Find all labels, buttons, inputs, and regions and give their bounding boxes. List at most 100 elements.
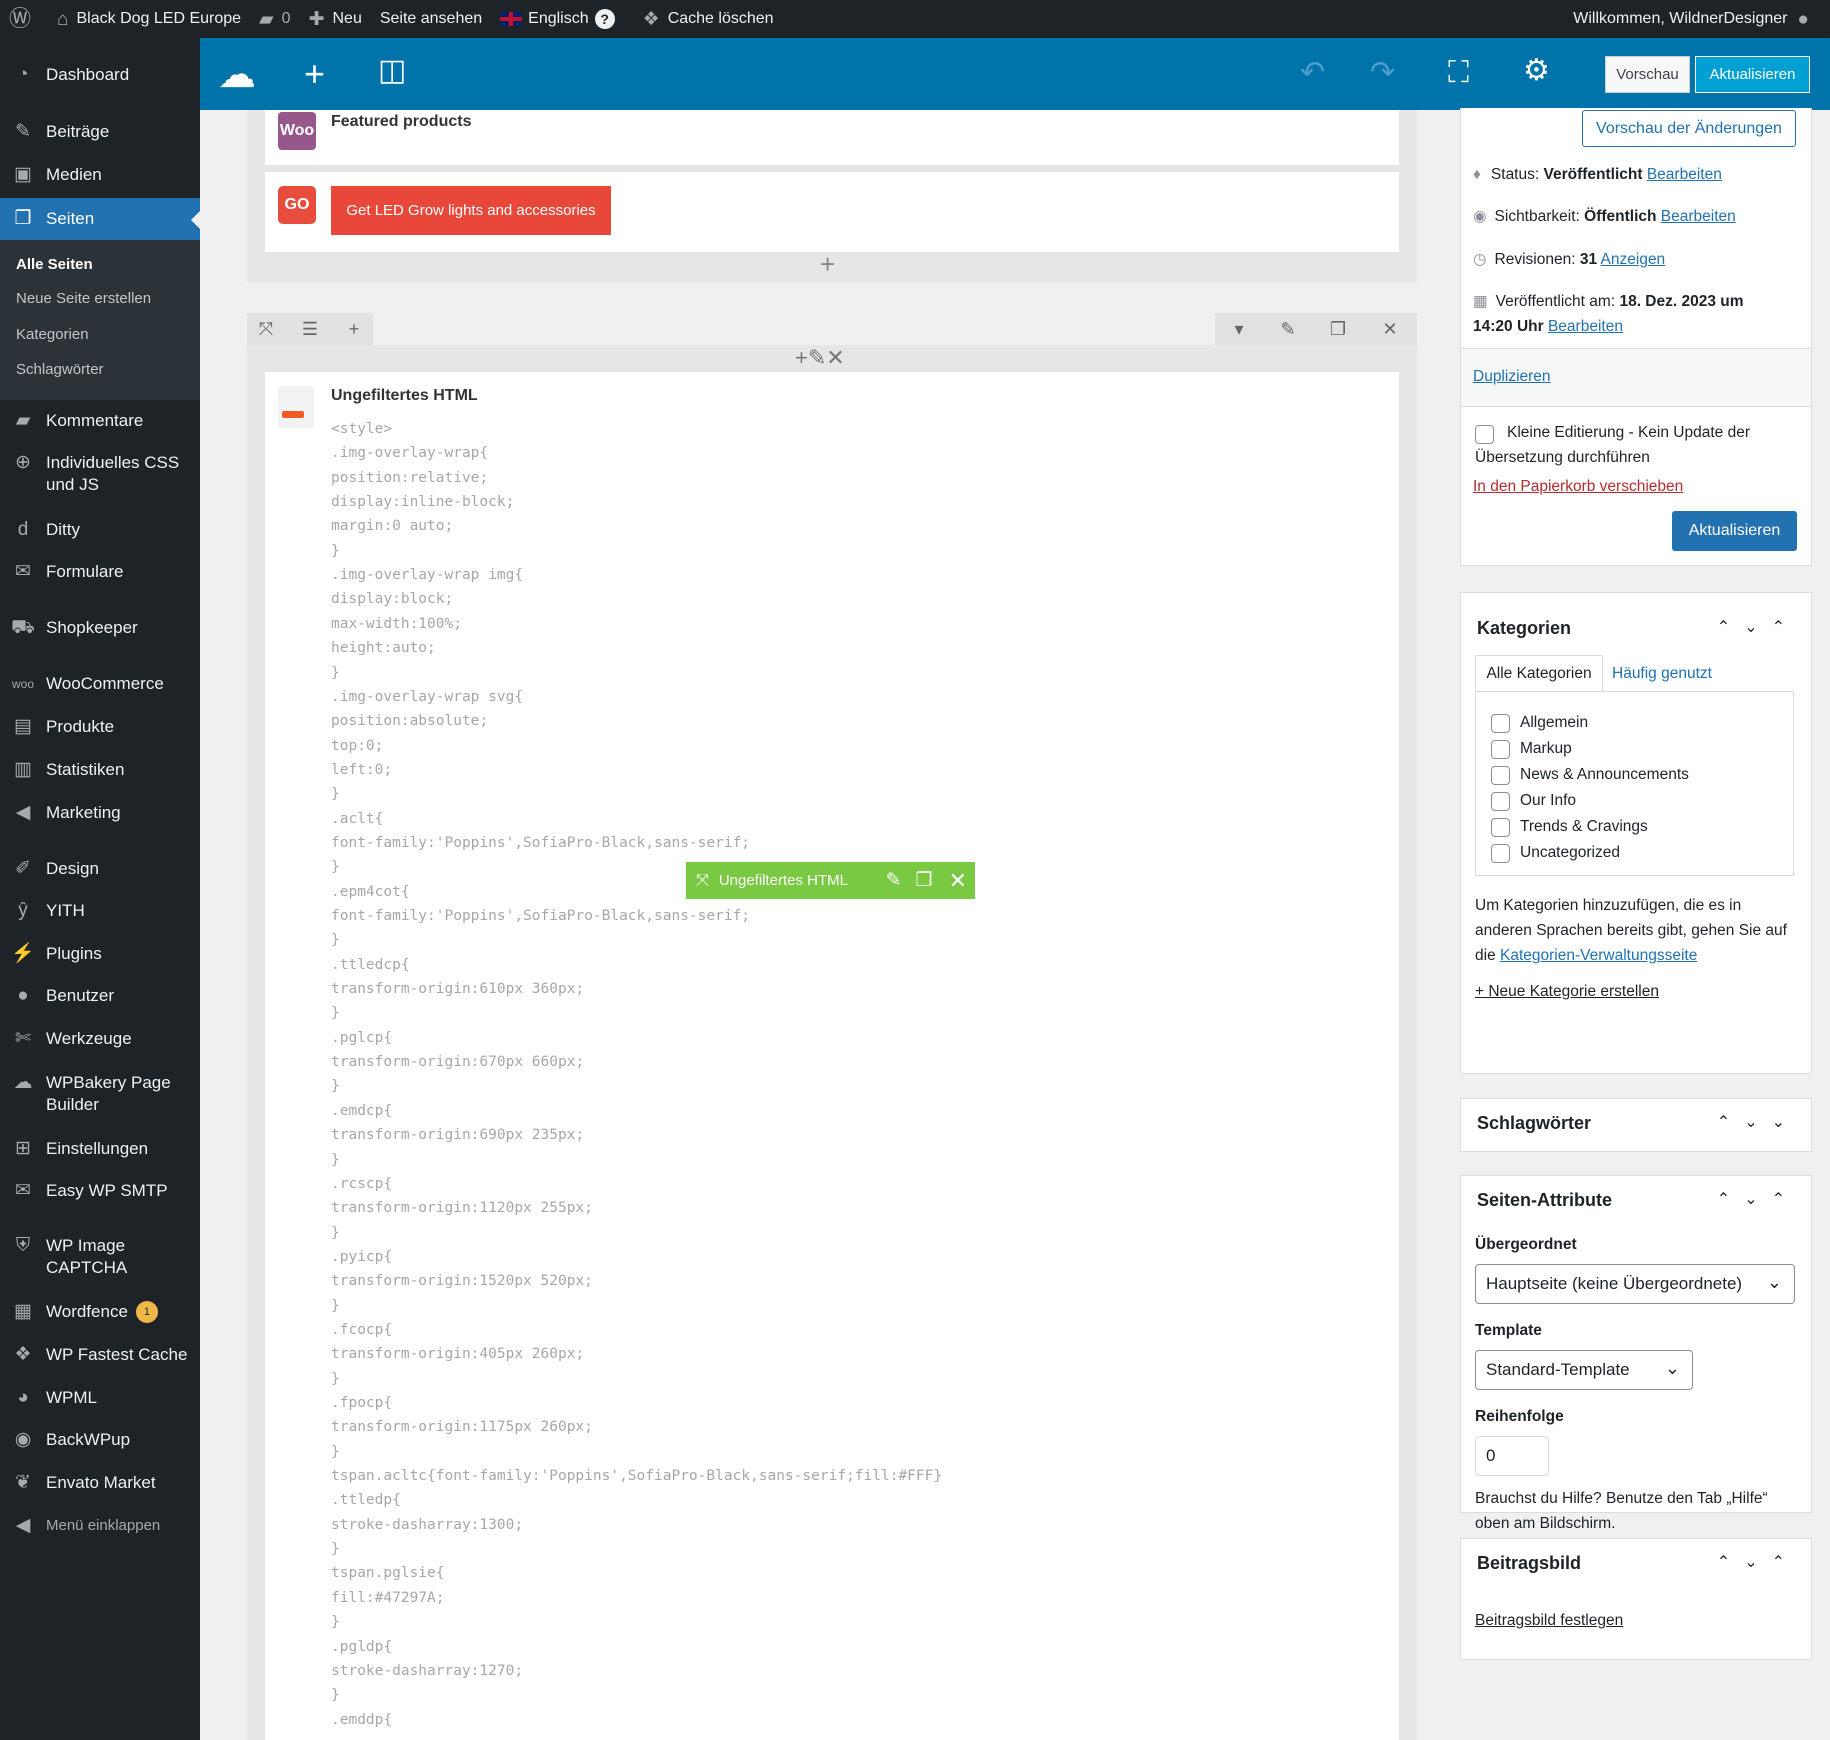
category-checkbox[interactable] [1491, 844, 1510, 863]
new-content-link[interactable]: ✚ Neu [300, 0, 371, 38]
redo-icon[interactable]: ↷ [1370, 58, 1395, 88]
go-button-element[interactable]: GO Get LED Grow lights and accessories [265, 172, 1399, 252]
menu-wp-fastest-cache[interactable]: ❖ WP Fastest Cache [0, 1344, 200, 1366]
box-controls[interactable]: ⌃⌄⌃ [1717, 1189, 1799, 1209]
account-menu[interactable]: Willkommen, WildnerDesigner ● [1564, 0, 1818, 38]
row-edit-icon[interactable]: ✎ [1263, 313, 1313, 345]
clear-cache-link[interactable]: ❖ Cache löschen [634, 0, 783, 38]
menu-comments[interactable]: ▰ Kommentare [0, 410, 200, 432]
set-featured-image-link[interactable]: Beitragsbild festlegen [1475, 1608, 1623, 1633]
menu-yith[interactable]: ŷ YITH [0, 900, 200, 922]
box-controls[interactable]: ⌃⌄⌄ [1717, 1112, 1799, 1132]
menu-marketing[interactable]: ◀ Marketing [0, 802, 200, 824]
menu-backwpup[interactable]: ◉ BackWPup [0, 1429, 200, 1451]
submenu-new-page[interactable]: Neue Seite erstellen [16, 290, 151, 307]
menu-wordfence[interactable]: ▦ Wordfence 1 [0, 1301, 200, 1323]
menu-collapse[interactable]: ◀ Menü einklappen [0, 1515, 200, 1537]
trash-link[interactable]: In den Papierkorb verschieben [1473, 474, 1683, 499]
menu-users[interactable]: ● Benutzer [0, 985, 200, 1007]
show-revisions-link[interactable]: Anzeigen [1601, 251, 1666, 268]
preview-changes-button[interactable]: Vorschau der Änderungen [1582, 110, 1796, 147]
menu-wpbakery[interactable]: ☁ WPBakery Page Builder [0, 1072, 185, 1116]
preview-button[interactable]: Vorschau [1605, 56, 1690, 93]
raw-html-element[interactable]: Ungefiltertes HTML <style> .img-overlay-w… [265, 372, 1399, 1740]
featured-products-element[interactable]: Woo Featured products [265, 110, 1399, 165]
view-page-link[interactable]: Seite ansehen [371, 0, 491, 38]
row-clone-icon[interactable]: ❐ [1313, 313, 1363, 345]
row-toggle-icon[interactable]: ▾ [1215, 313, 1263, 345]
menu-wp-image-captcha[interactable]: ⛨ WP Image CAPTCHA [0, 1235, 160, 1279]
submenu-all-pages[interactable]: Alle Seiten [16, 256, 93, 273]
new-category-link[interactable]: + Neue Kategorie erstellen [1475, 979, 1659, 1004]
comments-link[interactable]: ▰ 0 [250, 0, 300, 38]
tab-all-categories[interactable]: Alle Kategorien [1475, 655, 1603, 692]
move-up-icon[interactable]: ⌃ [1717, 1114, 1744, 1131]
move-down-icon[interactable]: ⌄ [1744, 619, 1771, 636]
collapse-icon[interactable]: ⌃ [1772, 1191, 1799, 1208]
category-checkbox[interactable] [1491, 818, 1510, 837]
move-down-icon[interactable]: ⌄ [1744, 1191, 1771, 1208]
box-controls[interactable]: ⌃⌄⌃ [1717, 617, 1799, 637]
language-switcher[interactable]: Englisch? [491, 0, 623, 38]
row-move-icon[interactable]: ⤧ [247, 313, 285, 345]
update-button-top[interactable]: Aktualisieren [1695, 56, 1810, 93]
move-icon[interactable]: ⤧ [696, 872, 709, 890]
add-element-plus-icon[interactable]: + [820, 251, 835, 277]
move-up-icon[interactable]: ⌃ [1717, 619, 1744, 636]
clone-icon[interactable]: ❐ [916, 869, 933, 892]
add-element-icon[interactable]: + [304, 56, 325, 92]
undo-icon[interactable]: ↶ [1300, 58, 1325, 88]
menu-dashboard[interactable]: ◔ Dashboard [0, 64, 200, 86]
edit-pencil-icon[interactable]: ✎ [886, 869, 902, 892]
category-checkbox[interactable] [1491, 792, 1510, 811]
parent-select[interactable]: Hauptseite (keine Übergeordnete) ⌄ [1475, 1264, 1795, 1304]
edit-date-link[interactable]: Bearbeiten [1548, 318, 1623, 335]
row-add-column-icon[interactable]: + [335, 313, 373, 345]
tab-popular[interactable]: Häufig genutzt [1612, 661, 1712, 686]
fullscreen-icon[interactable]: ⛶ [1448, 58, 1469, 88]
menu-custom-css-js[interactable]: ⊕ Individuelles CSS und JS [0, 452, 190, 496]
menu-media[interactable]: ▣ Medien [0, 164, 200, 186]
category-checkbox[interactable] [1491, 714, 1510, 733]
menu-statistics[interactable]: ▥ Statistiken [0, 759, 200, 781]
category-admin-link[interactable]: Kategorien-Verwaltungsseite [1500, 947, 1697, 964]
menu-woocommerce[interactable]: woo WooCommerce [0, 673, 200, 695]
row-layout-icon[interactable]: ☰ [285, 313, 335, 345]
menu-forms[interactable]: ✉ Formulare [0, 561, 200, 583]
move-up-icon[interactable]: ⌃ [1717, 1191, 1744, 1208]
duplicate-link[interactable]: Duplizieren [1473, 364, 1551, 389]
edit-visibility-link[interactable]: Bearbeiten [1661, 208, 1736, 225]
category-checkbox[interactable] [1491, 740, 1510, 759]
submenu-categories[interactable]: Kategorien [16, 326, 89, 343]
template-select[interactable]: Standard-Template ⌄ [1475, 1350, 1693, 1390]
edit-status-link[interactable]: Bearbeiten [1647, 166, 1722, 183]
menu-products[interactable]: ▤ Produkte [0, 716, 200, 738]
menu-design[interactable]: ✐ Design [0, 858, 200, 880]
order-input[interactable]: 0 [1475, 1436, 1549, 1476]
wpbakery-logo-icon[interactable]: ☁ [218, 56, 256, 94]
collapse-icon[interactable]: ⌃ [1772, 619, 1799, 636]
settings-gear-icon[interactable]: ⚙ [1523, 56, 1550, 86]
menu-posts[interactable]: ✎ Beiträge [0, 121, 200, 143]
column-delete-icon[interactable]: ✕ [826, 345, 844, 370]
menu-settings[interactable]: ⊞ Einstellungen [0, 1138, 200, 1160]
move-down-icon[interactable]: ⌄ [1744, 1114, 1771, 1131]
menu-tools[interactable]: ✄ Werkzeuge [0, 1028, 200, 1050]
move-up-icon[interactable]: ⌃ [1717, 1554, 1744, 1571]
column-controls[interactable]: +✎✕ [795, 345, 845, 371]
column-add-icon[interactable]: + [795, 345, 808, 370]
menu-easy-wp-smtp[interactable]: ✉ Easy WP SMTP [0, 1180, 200, 1202]
menu-plugins[interactable]: ⚡ Plugins [0, 943, 200, 965]
wp-logo-menu[interactable]: Ⓦ [0, 0, 48, 38]
menu-shopkeeper[interactable]: ⛟ Shopkeeper [0, 617, 200, 639]
menu-envato-market[interactable]: ❦ Envato Market [0, 1472, 200, 1494]
grow-lights-button[interactable]: Get LED Grow lights and accessories [331, 186, 611, 235]
menu-wpml[interactable]: ◕ WPML [0, 1387, 200, 1409]
menu-ditty[interactable]: d Ditty [0, 519, 200, 541]
submenu-tags[interactable]: Schlagwörter [16, 361, 104, 378]
expand-icon[interactable]: ⌄ [1772, 1114, 1799, 1131]
close-icon[interactable]: ✕ [949, 868, 967, 894]
column-edit-icon[interactable]: ✎ [808, 345, 826, 370]
category-checkbox[interactable] [1491, 766, 1510, 785]
collapse-icon[interactable]: ⌃ [1772, 1554, 1799, 1571]
